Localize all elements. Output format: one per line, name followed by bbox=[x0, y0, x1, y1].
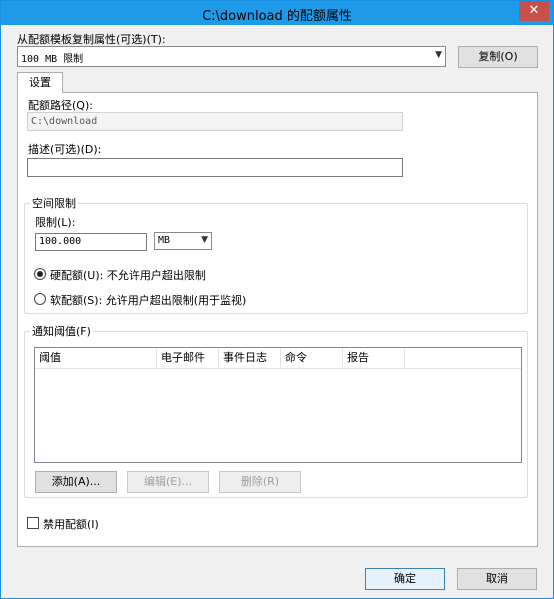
quota-properties-dialog: C:\download 的配额属性 ✕ 从配额模板复制属性(可选)(T): 10… bbox=[0, 0, 554, 599]
limit-value: 100.000 bbox=[39, 236, 82, 247]
column-email[interactable]: 电子邮件 bbox=[157, 348, 219, 368]
unit-select[interactable]: MB ▼ bbox=[154, 232, 212, 250]
chevron-down-icon: ▼ bbox=[435, 50, 442, 60]
tab-settings[interactable]: 设置 bbox=[17, 72, 63, 93]
template-label: 从配额模板复制属性(可选)(T): bbox=[17, 33, 166, 46]
chevron-down-icon: ▼ bbox=[201, 235, 208, 245]
thresholds-list[interactable]: 阈值 电子邮件 事件日志 命令 报告 bbox=[34, 347, 522, 463]
thresholds-title: 通知阈值(F) bbox=[30, 323, 93, 339]
cancel-button[interactable]: 取消 bbox=[457, 568, 537, 590]
close-icon: ✕ bbox=[528, 3, 540, 18]
list-header: 阈值 电子邮件 事件日志 命令 报告 bbox=[35, 348, 521, 369]
soft-quota-label: 软配额(S): 允许用户超出限制(用于监视) bbox=[50, 294, 247, 307]
title-bar: C:\download 的配额属性 ✕ bbox=[1, 1, 553, 25]
description-input[interactable] bbox=[27, 158, 403, 177]
disable-quota-checkbox[interactable] bbox=[27, 517, 39, 529]
template-selected-value: 100 MB 限制 bbox=[21, 54, 84, 65]
disable-quota-label: 禁用配额(I) bbox=[43, 518, 99, 531]
column-command[interactable]: 命令 bbox=[281, 348, 343, 368]
hard-quota-radio[interactable] bbox=[34, 268, 46, 280]
space-limit-title: 空间限制 bbox=[30, 195, 78, 211]
template-select[interactable]: 100 MB 限制 ▼ bbox=[17, 46, 446, 67]
copy-button[interactable]: 复制(O) bbox=[458, 46, 538, 68]
soft-quota-radio[interactable] bbox=[34, 293, 46, 305]
column-event-log[interactable]: 事件日志 bbox=[219, 348, 281, 368]
description-label: 描述(可选)(D): bbox=[28, 143, 102, 156]
add-threshold-button[interactable]: 添加(A)... bbox=[35, 471, 117, 493]
window-title: C:\download 的配额属性 bbox=[202, 9, 352, 24]
unit-value: MB bbox=[158, 235, 171, 246]
limit-label: 限制(L): bbox=[35, 216, 76, 229]
delete-threshold-button[interactable]: 删除(R) bbox=[219, 471, 301, 493]
column-report[interactable]: 报告 bbox=[343, 348, 405, 368]
ok-button[interactable]: 确定 bbox=[365, 568, 445, 590]
close-button[interactable]: ✕ bbox=[519, 1, 549, 21]
quota-path-value: C:\download bbox=[31, 116, 98, 127]
quota-path-field: C:\download bbox=[27, 112, 403, 131]
quota-path-label: 配额路径(Q): bbox=[28, 99, 93, 112]
hard-quota-label: 硬配额(U): 不允许用户超出限制 bbox=[50, 269, 206, 282]
limit-input[interactable]: 100.000 bbox=[35, 233, 147, 251]
edit-threshold-button[interactable]: 编辑(E)... bbox=[127, 471, 209, 493]
column-threshold[interactable]: 阈值 bbox=[35, 348, 157, 368]
